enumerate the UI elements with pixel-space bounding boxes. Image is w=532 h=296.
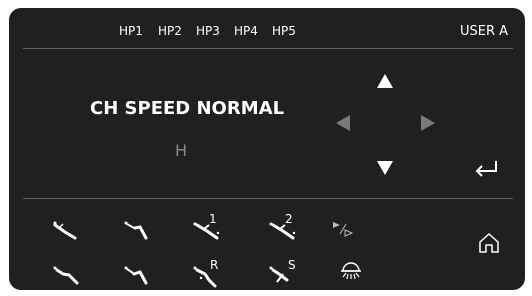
body-divider <box>23 198 513 199</box>
handpiece-7-icon[interactable] <box>191 262 225 288</box>
handpiece-8-label: S <box>288 258 296 272</box>
user-selector[interactable]: USER A <box>460 24 508 39</box>
handpiece-3-icon[interactable] <box>191 214 225 242</box>
hp3-tab[interactable]: HP3 <box>196 24 220 38</box>
handpiece-4-icon[interactable] <box>267 214 301 242</box>
hp1-tab[interactable]: HP1 <box>119 24 143 38</box>
hp2-tab[interactable]: HP2 <box>158 24 182 38</box>
handpiece-4-label: 2 <box>285 212 293 226</box>
step-play-icon[interactable] <box>332 220 354 238</box>
home-icon[interactable] <box>478 232 500 254</box>
header-divider <box>23 48 513 49</box>
arrow-down-icon[interactable] <box>376 159 394 177</box>
hp4-tab[interactable]: HP4 <box>234 24 258 38</box>
arrow-up-icon[interactable] <box>376 72 394 90</box>
hp5-tab[interactable]: HP5 <box>272 24 296 38</box>
arrow-right-icon[interactable] <box>419 114 437 132</box>
arrow-left-icon[interactable] <box>334 114 352 132</box>
enter-return-icon[interactable] <box>474 159 500 179</box>
handpiece-5-icon[interactable] <box>51 264 79 286</box>
handpiece-7-label: R <box>210 258 219 272</box>
handpiece-6-icon[interactable] <box>122 264 150 286</box>
handpiece-3-label: 1 <box>209 212 217 226</box>
handpiece-8-icon[interactable] <box>267 262 301 288</box>
level-value: H <box>175 141 188 160</box>
mode-label: CH SPEED NORMAL <box>90 98 285 119</box>
light-icon[interactable] <box>338 262 364 288</box>
handpiece-2-icon[interactable] <box>122 218 150 242</box>
control-panel: HP1 HP2 HP3 HP4 HP5 USER A CH SPEED NORM… <box>9 8 525 290</box>
handpiece-1-icon[interactable] <box>51 218 79 242</box>
